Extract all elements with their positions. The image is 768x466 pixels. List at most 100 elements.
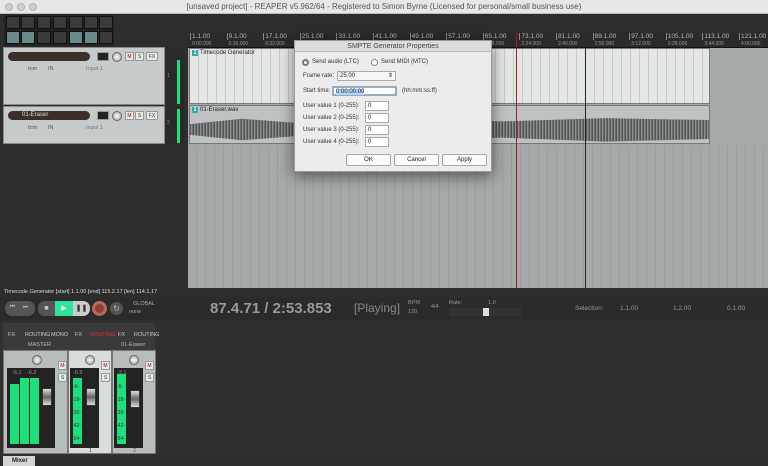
selection-end[interactable]: 1.2.00 [673, 305, 691, 312]
send-audio-radio[interactable] [302, 59, 309, 66]
close-window-button[interactable] [5, 3, 13, 11]
ruler-measure[interactable]: 81.1.00 [556, 33, 580, 40]
undo-icon[interactable] [69, 16, 83, 29]
input-select[interactable]: Input 1 [86, 125, 103, 131]
solo-button[interactable]: S [145, 373, 154, 382]
user-value-3-input[interactable]: 0 [365, 125, 389, 135]
lock-icon[interactable] [99, 31, 113, 44]
auto-crossfade-icon[interactable] [6, 31, 20, 44]
input-select[interactable]: Input 1 [86, 66, 103, 72]
volume-fader[interactable] [42, 388, 52, 406]
track-name[interactable] [8, 52, 90, 61]
ruler-measure[interactable]: 113.1.00 [702, 33, 729, 40]
ruler-measure[interactable]: 97.1.00 [629, 33, 653, 40]
input-monitor[interactable]: IN [48, 125, 54, 131]
mute-button[interactable]: M [101, 361, 110, 370]
track2-fx-button[interactable]: FX [118, 332, 125, 338]
fx-button[interactable]: FX [146, 111, 158, 120]
pan-knob[interactable] [32, 355, 42, 365]
ruler-measure[interactable]: 89.1.00 [592, 33, 616, 40]
track2-routing-button[interactable]: ROUTING [134, 332, 159, 338]
track-2[interactable]: 01-Eraser M S FX trim IN Input 1 [3, 106, 165, 144]
pan-knob[interactable] [129, 355, 139, 365]
grid-icon[interactable] [69, 31, 83, 44]
new-project-icon[interactable] [6, 16, 20, 29]
stop-icon[interactable]: ■ [38, 301, 55, 316]
trim-label[interactable]: trim [28, 66, 37, 72]
envelope-icon[interactable] [53, 31, 67, 44]
solo-button[interactable]: S [58, 373, 67, 382]
send-midi-radio[interactable] [371, 59, 378, 66]
apply-button[interactable]: Apply [442, 154, 487, 166]
start-time-input[interactable]: 0:00:00:00 [332, 86, 397, 96]
track-name[interactable]: 01-Eraser [8, 111, 90, 120]
pause-icon[interactable]: ❚❚ [73, 301, 90, 316]
master-mono-button[interactable]: MONO [51, 332, 68, 338]
selection-start[interactable]: 1.1.00 [620, 305, 638, 312]
ok-button[interactable]: OK [346, 154, 391, 166]
ruler-measure[interactable]: 65.1.00 [482, 33, 506, 40]
zoom-window-button[interactable] [29, 3, 37, 11]
play-icon[interactable]: ▶ [55, 301, 73, 316]
route-button[interactable] [97, 52, 109, 61]
ruler-measure[interactable]: 49.1.00 [409, 33, 433, 40]
selection-length[interactable]: 0.1.00 [727, 305, 745, 312]
record-button[interactable] [92, 301, 107, 316]
track1-routing-button[interactable]: ROUTING [90, 332, 115, 338]
volume-knob[interactable] [112, 111, 122, 121]
fx-button[interactable]: FX [146, 52, 158, 61]
mixer-tab[interactable]: Mixer [3, 456, 35, 466]
save-project-icon[interactable] [37, 16, 51, 29]
metronome-icon[interactable] [99, 16, 113, 29]
input-monitor[interactable]: IN [48, 66, 54, 72]
ripple-edit-icon[interactable] [37, 31, 51, 44]
solo-button[interactable]: S [135, 111, 144, 120]
ruler-measure[interactable]: 73.1.00 [519, 33, 543, 40]
user-value-1-input[interactable]: 0 [365, 101, 389, 111]
ruler-measure[interactable]: 33.1.00 [336, 33, 360, 40]
trim-label[interactable]: trim [28, 125, 37, 131]
solo-button[interactable]: S [135, 52, 144, 61]
open-project-icon[interactable] [21, 16, 35, 29]
user-value-2-input[interactable]: 0 [365, 113, 389, 123]
volume-knob[interactable] [112, 52, 122, 62]
ruler-measure[interactable]: 9.1.00 [226, 33, 247, 40]
ruler-measure[interactable]: 105.1.00 [665, 33, 693, 40]
route-button[interactable] [97, 111, 109, 120]
track1-fx-button[interactable]: FX [75, 332, 82, 338]
rate-slider[interactable] [449, 308, 521, 316]
ruler-measure[interactable]: 57.1.00 [446, 33, 470, 40]
mute-button[interactable]: M [58, 361, 67, 370]
mute-button[interactable]: M [145, 361, 154, 370]
track-1[interactable]: M S FX trim IN Input 1 [3, 47, 165, 105]
go-to-start-icon[interactable]: ⏮ [10, 304, 15, 311]
time-signature[interactable]: 4/4 [431, 304, 439, 310]
ruler-measure[interactable]: 25.1.00 [299, 33, 323, 40]
volume-fader[interactable] [130, 390, 140, 408]
minimize-window-button[interactable] [17, 3, 25, 11]
automation-mode-select[interactable]: none [129, 309, 141, 315]
grid-snap-icon[interactable] [21, 31, 35, 44]
user-value-4-input[interactable]: 0 [365, 137, 389, 147]
ruler-measure[interactable]: 1.1.00 [190, 33, 210, 40]
loop-icon[interactable] [84, 31, 98, 44]
redo-icon[interactable] [84, 16, 98, 29]
time-display[interactable]: 87.4.71 / 2:53.853 [210, 300, 332, 317]
cancel-button[interactable]: Cancel [394, 154, 439, 166]
pan-knob[interactable] [85, 355, 95, 365]
master-fx-button[interactable]: FX [8, 332, 15, 338]
user-value-1-label: User value 1 (0-255): [303, 103, 360, 109]
project-settings-icon[interactable] [53, 16, 67, 29]
ruler-measure[interactable]: 17.1.00 [263, 33, 287, 40]
go-to-end-icon[interactable]: ⏭ [23, 304, 28, 311]
mute-button[interactable]: M [125, 52, 134, 61]
ruler-measure[interactable]: 41.1.00 [373, 33, 397, 40]
solo-button[interactable]: S [101, 373, 110, 382]
repeat-icon[interactable]: ↻ [110, 302, 123, 315]
mute-button[interactable]: M [125, 111, 134, 120]
master-routing-button[interactable]: ROUTING [25, 332, 50, 338]
volume-fader[interactable] [86, 388, 96, 406]
ruler-measure[interactable]: 121.1.00 [739, 33, 766, 40]
bpm-value[interactable]: 120 [408, 309, 417, 315]
frame-rate-select[interactable]: 25.00 ⇕ [337, 71, 396, 81]
